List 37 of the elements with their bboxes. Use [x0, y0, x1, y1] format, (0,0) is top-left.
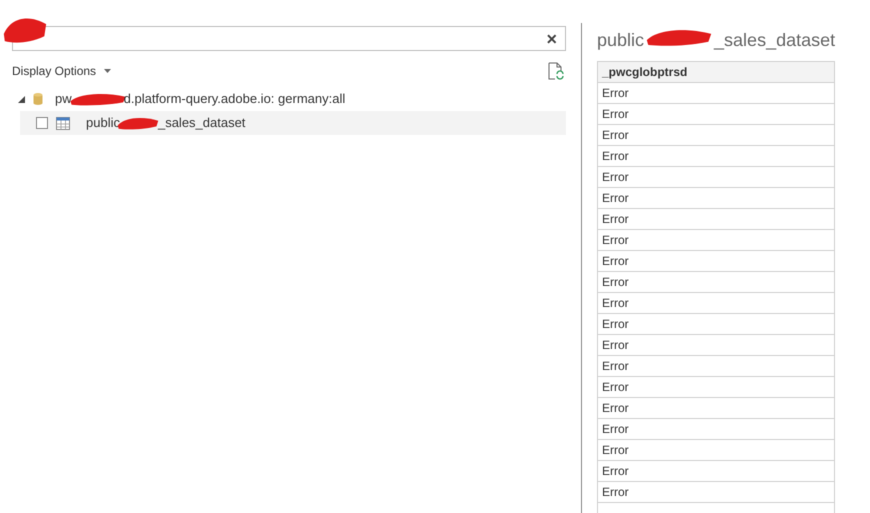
- refresh-document-icon[interactable]: [548, 62, 564, 80]
- table-cell: Error: [598, 314, 835, 334]
- search-field[interactable]: ×: [12, 26, 566, 51]
- table-cell: Error: [598, 82, 835, 104]
- table-cell: Error: [598, 460, 835, 482]
- table-cell: Error: [598, 230, 835, 250]
- table-cell: Error: [598, 398, 835, 418]
- table-cell: Error: [598, 376, 835, 398]
- database-icon: [33, 92, 43, 106]
- table-cell: Error: [598, 146, 835, 166]
- server-name-end: d.platform-query.adobe.io: germany:all: [124, 90, 346, 108]
- table-cell: Error: [598, 482, 835, 502]
- table-cell: Error: [598, 418, 835, 440]
- table-cell: Error: [598, 188, 835, 208]
- table-cell: Error: [598, 292, 835, 314]
- server-name-start: pw: [55, 90, 72, 108]
- table-cell: Error: [598, 334, 835, 356]
- display-options-dropdown[interactable]: Display Options: [12, 62, 112, 80]
- table-cell: Error: [598, 124, 835, 146]
- checkbox[interactable]: [36, 117, 48, 129]
- table-name-start: public: [86, 114, 120, 132]
- preview-title-end: _sales_dataset: [714, 28, 836, 52]
- table-cell: Error: [598, 208, 835, 230]
- table-cell: Error: [598, 356, 835, 376]
- caret-icon: [104, 69, 112, 73]
- column-header: _pwcglobptrsd: [598, 62, 835, 82]
- table-cell: Error: [598, 166, 835, 188]
- table-cell: Error: [598, 440, 835, 460]
- preview-title-start: public: [597, 28, 644, 52]
- expand-arrow-icon[interactable]: [18, 96, 25, 102]
- table-icon: [56, 116, 70, 130]
- tree-item[interactable]: public _sales_dataset: [20, 111, 566, 135]
- table-cell: Error: [598, 250, 835, 272]
- table-cell: Error: [598, 104, 835, 124]
- table-cell: Error: [598, 272, 835, 292]
- table-name-end: _sales_dataset: [158, 114, 246, 132]
- clear-search-button[interactable]: ×: [546, 30, 557, 48]
